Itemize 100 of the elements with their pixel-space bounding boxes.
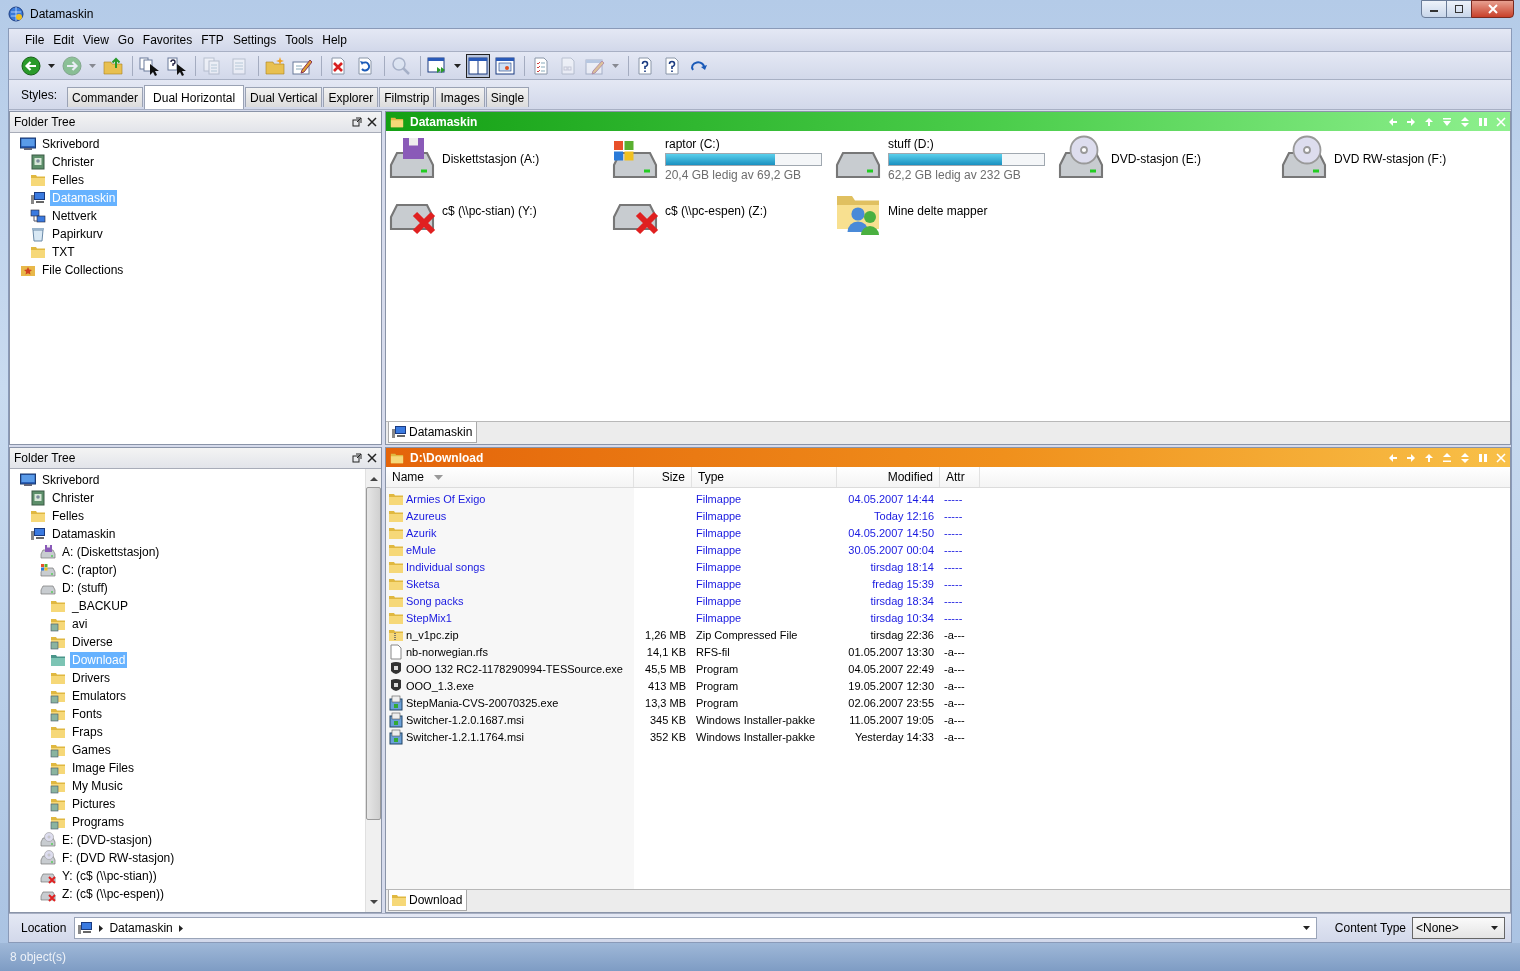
file-name[interactable]: Switcher-1.2.0.1687.msi — [406, 713, 524, 726]
menu-item[interactable]: FTP — [197, 33, 228, 47]
pane-title: D:\Download — [410, 450, 485, 465]
tree-item[interactable]: D: (stuff) — [60, 580, 110, 596]
file-name[interactable]: StepMania-CVS-20070325.exe — [406, 696, 559, 709]
tree-item[interactable]: avi — [70, 616, 90, 632]
table-cell: 19.05.2007 12:30 — [848, 679, 934, 692]
style-tab[interactable]: Commander — [67, 87, 144, 107]
menu-item[interactable]: Go — [113, 33, 138, 47]
toolbar-button[interactable] — [466, 53, 490, 78]
tree-item[interactable]: Felles — [50, 508, 86, 524]
tree-item[interactable]: Z: (c$ (\\pc-espen)) — [60, 886, 167, 902]
breadcrumb-arrow-icon[interactable] — [178, 924, 183, 932]
file-name[interactable]: Sketsa — [406, 577, 440, 590]
back-icon — [21, 55, 41, 76]
dropdown-icon[interactable] — [1302, 926, 1310, 930]
pane-tab[interactable]: Datamaskin — [388, 422, 478, 443]
tree-item[interactable]: A: (Diskettstasjon) — [60, 544, 162, 560]
table-cell: Filmappe — [696, 594, 742, 607]
tree-item[interactable]: Papirkurv — [50, 226, 105, 242]
menu-item[interactable]: Tools — [281, 33, 318, 47]
tree-item[interactable]: Emulators — [70, 688, 129, 704]
new-folder-icon — [265, 55, 285, 76]
location-field[interactable]: Datamaskin — [74, 917, 1317, 939]
tree-item[interactable]: Christer — [50, 490, 96, 506]
menu-item[interactable]: View — [79, 33, 113, 47]
style-tab[interactable]: Dual Vertical — [245, 87, 323, 107]
file-name[interactable]: Armies Of Exigo — [406, 492, 486, 505]
tree-item[interactable]: _BACKUP — [70, 598, 131, 614]
close-icon[interactable] — [367, 453, 377, 463]
status-text: 8 object(s) — [10, 950, 67, 964]
undock-icon[interactable] — [352, 117, 362, 127]
tree-item[interactable]: Pictures — [70, 796, 118, 812]
tree-item[interactable]: Diverse — [70, 634, 115, 650]
menu-item[interactable]: Favorites — [138, 33, 197, 47]
tree-item[interactable]: E: (DVD-stasjon) — [60, 832, 155, 848]
file-name[interactable]: Individual songs — [406, 560, 485, 573]
tree-item[interactable]: Nettverk — [50, 208, 99, 224]
style-tab[interactable]: Filmstrip — [379, 87, 435, 107]
style-tab[interactable]: Single — [485, 87, 530, 107]
tree-item[interactable]: Image Files — [70, 760, 137, 776]
breadcrumb[interactable]: Datamaskin — [109, 921, 173, 935]
file-name[interactable]: eMule — [406, 543, 436, 556]
menu-item[interactable]: File — [21, 33, 49, 47]
toolbar-button[interactable] — [19, 53, 43, 78]
tree-item[interactable]: Datamaskin — [50, 526, 118, 542]
tree-item[interactable]: TXT — [50, 244, 77, 260]
close-icon[interactable] — [367, 117, 377, 127]
tree-item[interactable]: F: (DVD RW-stasjon) — [60, 850, 177, 866]
close-button[interactable] — [1471, 0, 1514, 18]
tree-item[interactable]: Drivers — [70, 670, 112, 686]
help-cursor-icon — [166, 55, 186, 76]
caret-icon — [611, 63, 619, 68]
drive-name[interactable]: DVD-stasjon (E:) — [1111, 152, 1202, 166]
file-name[interactable]: n_v1pc.zip — [406, 628, 459, 641]
file-name[interactable]: Song packs — [406, 594, 464, 607]
style-tab[interactable]: Dual Horizontal — [144, 85, 245, 109]
caret-icon — [88, 63, 96, 68]
tree-item[interactable]: File Collections — [40, 262, 126, 278]
breadcrumb-arrow-icon[interactable] — [99, 924, 104, 932]
drive-name[interactable]: Mine delte mapper — [888, 204, 988, 218]
drive-name[interactable]: DVD RW-stasjon (F:) — [1334, 152, 1447, 166]
file-name[interactable]: nb-norwegian.rfs — [406, 645, 488, 658]
scrollbar[interactable] — [365, 469, 381, 912]
tree-item[interactable]: My Music — [70, 778, 125, 794]
tree-item[interactable]: Games — [70, 742, 113, 758]
delete-icon — [328, 55, 348, 76]
table-cell: -a--- — [944, 696, 965, 709]
tree-item[interactable]: Y: (c$ (\\pc-stian)) — [60, 868, 159, 884]
menu-item[interactable]: Help — [318, 33, 351, 47]
tree-item[interactable]: Christer — [50, 154, 96, 170]
tree-item[interactable]: Fonts — [70, 706, 104, 722]
tree-item[interactable]: C: (raptor) — [60, 562, 119, 578]
drive-name[interactable]: raptor (C:) — [665, 136, 822, 151]
style-tab[interactable]: Images — [435, 87, 485, 107]
file-name[interactable]: Switcher-1.2.1.1764.msi — [406, 730, 524, 743]
menu-item[interactable]: Settings — [228, 33, 281, 47]
media-folder-icon — [50, 634, 66, 650]
drive-name[interactable]: c$ (\\pc-stian) (Y:) — [442, 204, 537, 218]
drive-name[interactable]: stuff (D:) — [888, 136, 1045, 151]
maximize-button[interactable] — [1446, 0, 1472, 18]
tree-item[interactable]: Skrivebord — [40, 136, 102, 152]
file-name[interactable]: Azureus — [406, 509, 447, 522]
table-cell: -a--- — [944, 713, 965, 726]
menu-item[interactable]: Edit — [49, 33, 79, 47]
tree-item[interactable]: Skrivebord — [40, 472, 102, 488]
content-type-select[interactable]: <None> — [1412, 917, 1505, 939]
style-tab[interactable]: Explorer — [323, 87, 379, 107]
tree-item[interactable]: Fraps — [70, 724, 105, 740]
file-name[interactable]: OOO 132 RC2-1178290994-TESSource.exe — [406, 662, 623, 675]
tree-item[interactable]: Programs — [70, 814, 126, 830]
file-name[interactable]: Azurik — [406, 526, 437, 539]
file-name[interactable]: OOO_1.3.exe — [406, 679, 474, 692]
minimize-button[interactable] — [1421, 0, 1447, 18]
pane-tab[interactable]: Download — [388, 890, 468, 911]
file-name[interactable]: StepMix1 — [406, 611, 452, 624]
tree-item[interactable]: Felles — [50, 172, 86, 188]
undock-icon[interactable] — [352, 453, 362, 463]
drive-name[interactable]: Diskettstasjon (A:) — [442, 152, 540, 166]
drive-name[interactable]: c$ (\\pc-espen) (Z:) — [665, 204, 768, 218]
